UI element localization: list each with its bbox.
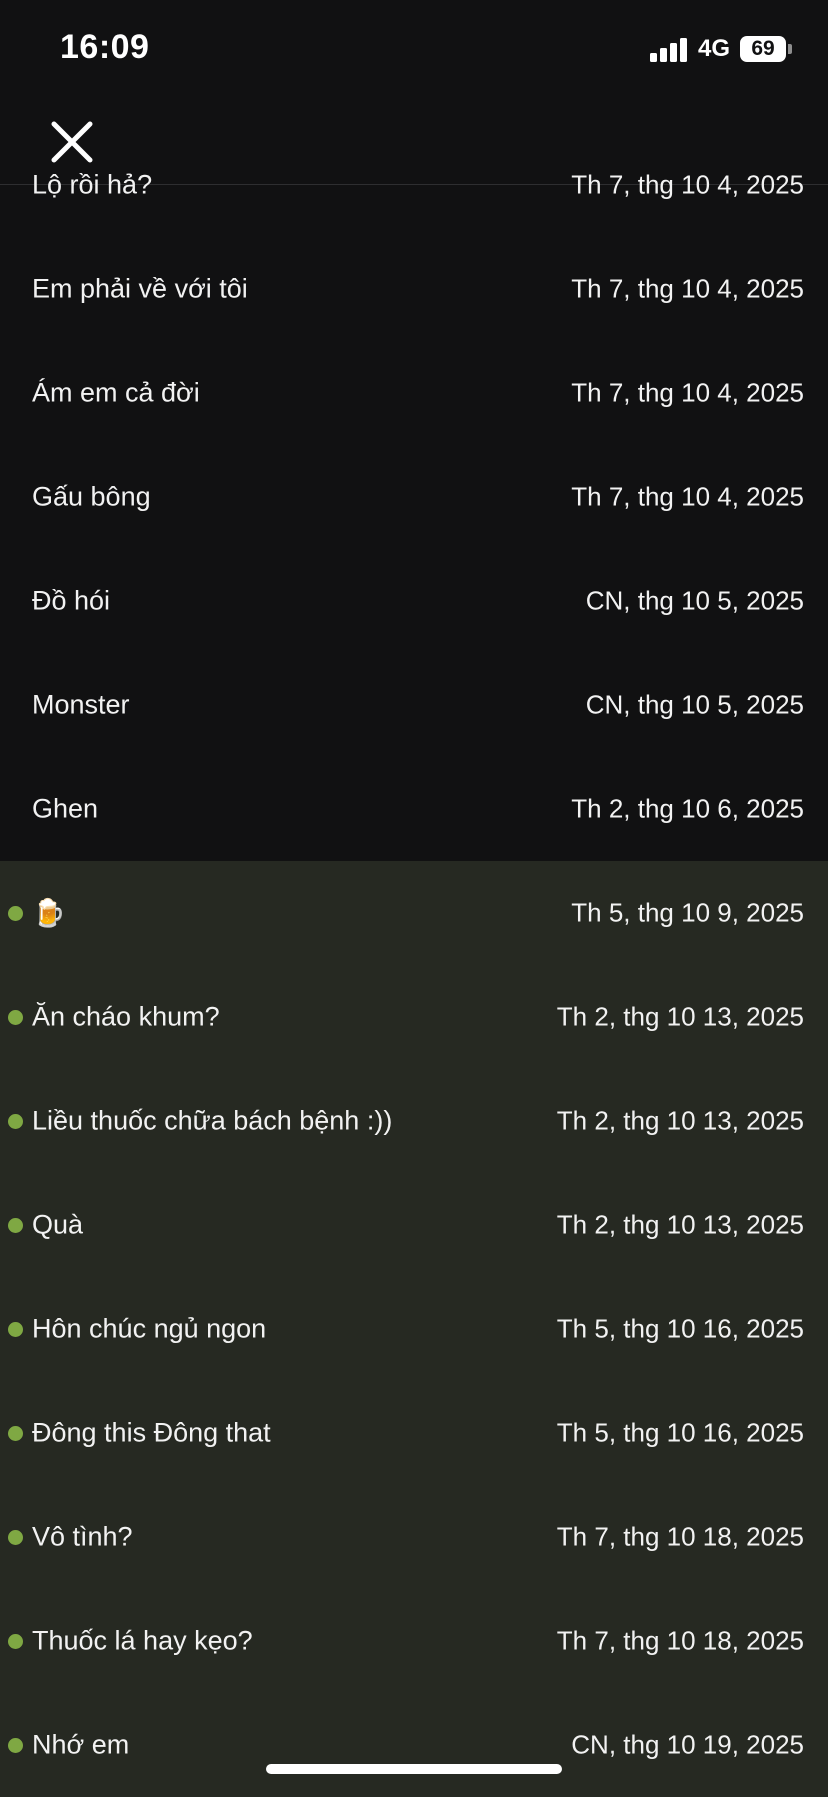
- list-item[interactable]: Nhớ em CN, thg 10 19, 2025: [0, 1693, 828, 1797]
- unread-dot-icon: [8, 1322, 23, 1337]
- list-item[interactable]: Monster CN, thg 10 5, 2025: [0, 653, 828, 757]
- entry-title: Liều thuốc chữa bách bệnh :)): [32, 1105, 393, 1136]
- status-bar: 16:09 4G 69: [0, 0, 828, 96]
- status-indicators: 4G 69: [649, 34, 792, 64]
- entry-date: Th 2, thg 10 13, 2025: [556, 1001, 804, 1032]
- entry-date: Th 2, thg 10 13, 2025: [556, 1105, 804, 1136]
- entry-date: Th 5, thg 10 9, 2025: [571, 897, 804, 928]
- list-item[interactable]: Thuốc lá hay kẹo? Th 7, thg 10 18, 2025: [0, 1589, 828, 1693]
- list-item[interactable]: Em phải về với tôi Th 7, thg 10 4, 2025: [0, 237, 828, 341]
- list-item[interactable]: Ăn cháo khum? Th 2, thg 10 13, 2025: [0, 965, 828, 1069]
- list-item[interactable]: Quà Th 2, thg 10 13, 2025: [0, 1173, 828, 1277]
- list-item[interactable]: Gấu bông Th 7, thg 10 4, 2025: [0, 445, 828, 549]
- battery-tip: [788, 44, 792, 54]
- unread-dot-icon: [8, 1738, 23, 1753]
- unread-dot-icon: [8, 1010, 23, 1025]
- entry-title: Ăn cháo khum?: [32, 1001, 220, 1032]
- unread-dot-icon: [8, 1218, 23, 1233]
- entry-date: Th 2, thg 10 13, 2025: [556, 1209, 804, 1240]
- entry-date: Th 7, thg 10 4, 2025: [571, 481, 804, 512]
- unread-dot-icon: [8, 1426, 23, 1441]
- entry-date: Th 7, thg 10 4, 2025: [571, 169, 804, 200]
- list-item[interactable]: Hôn chúc ngủ ngon Th 5, thg 10 16, 2025: [0, 1277, 828, 1381]
- entry-date: CN, thg 10 19, 2025: [571, 1729, 804, 1760]
- entry-title: Thuốc lá hay kẹo?: [32, 1625, 253, 1656]
- unread-dot-icon: [8, 1634, 23, 1649]
- entry-title: Nhớ em: [32, 1729, 130, 1760]
- entry-date: Th 7, thg 10 18, 2025: [556, 1521, 804, 1552]
- entry-title: 🍺: [32, 898, 66, 928]
- list-item[interactable]: Đông this Đông that Th 5, thg 10 16, 2025: [0, 1381, 828, 1485]
- list-item[interactable]: Ghen Th 2, thg 10 6, 2025: [0, 757, 828, 861]
- entry-title: Gấu bông: [32, 481, 151, 512]
- entry-title: Hôn chúc ngủ ngon: [32, 1313, 267, 1344]
- entry-date: Th 7, thg 10 18, 2025: [556, 1625, 804, 1656]
- entry-list: Lộ rồi hả? Th 7, thg 10 4, 2025 Em phải về…: [0, 170, 828, 1797]
- list-item[interactable]: Lộ rồi hả? Th 7, thg 10 4, 2025: [0, 133, 828, 237]
- entry-title: Đông this Đông that: [32, 1417, 271, 1448]
- entry-title: Vô tình?: [32, 1521, 133, 1552]
- network-type: 4G: [697, 35, 730, 62]
- entry-title: Monster: [32, 689, 130, 720]
- status-time: 16:09: [60, 28, 150, 66]
- list-item[interactable]: Đồ hói CN, thg 10 5, 2025: [0, 549, 828, 653]
- list-item[interactable]: Ám em cả đời Th 7, thg 10 4, 2025: [0, 341, 828, 445]
- cellular-signal-icon: [649, 36, 690, 62]
- list-item[interactable]: Vô tình? Th 7, thg 10 18, 2025: [0, 1485, 828, 1589]
- battery-icon: 69: [740, 36, 786, 62]
- entry-date: Th 2, thg 10 6, 2025: [571, 793, 804, 824]
- home-indicator: [266, 1764, 562, 1774]
- entry-title: Ám em cả đời: [32, 377, 200, 408]
- entry-title: Quà: [32, 1209, 84, 1240]
- unread-dot-icon: [8, 906, 23, 921]
- entry-date: Th 7, thg 10 4, 2025: [571, 377, 804, 408]
- entry-date: Th 5, thg 10 16, 2025: [556, 1313, 804, 1344]
- entry-title: Lộ rồi hả?: [32, 169, 153, 200]
- entry-title: Ghen: [32, 793, 99, 824]
- list-item[interactable]: Liều thuốc chữa bách bệnh :)) Th 2, thg 1…: [0, 1069, 828, 1173]
- unread-dot-icon: [8, 1114, 23, 1129]
- battery-level: 69: [751, 37, 775, 60]
- list-item[interactable]: 🍺 Th 5, thg 10 9, 2025: [0, 861, 828, 965]
- entry-date: Th 5, thg 10 16, 2025: [556, 1417, 804, 1448]
- entry-title: Em phải về với tôi: [32, 273, 248, 304]
- entry-date: Th 7, thg 10 4, 2025: [571, 273, 804, 304]
- unread-dot-icon: [8, 1530, 23, 1545]
- entry-title: Đồ hói: [32, 585, 111, 616]
- entry-date: CN, thg 10 5, 2025: [585, 585, 804, 616]
- entry-date: CN, thg 10 5, 2025: [585, 689, 804, 720]
